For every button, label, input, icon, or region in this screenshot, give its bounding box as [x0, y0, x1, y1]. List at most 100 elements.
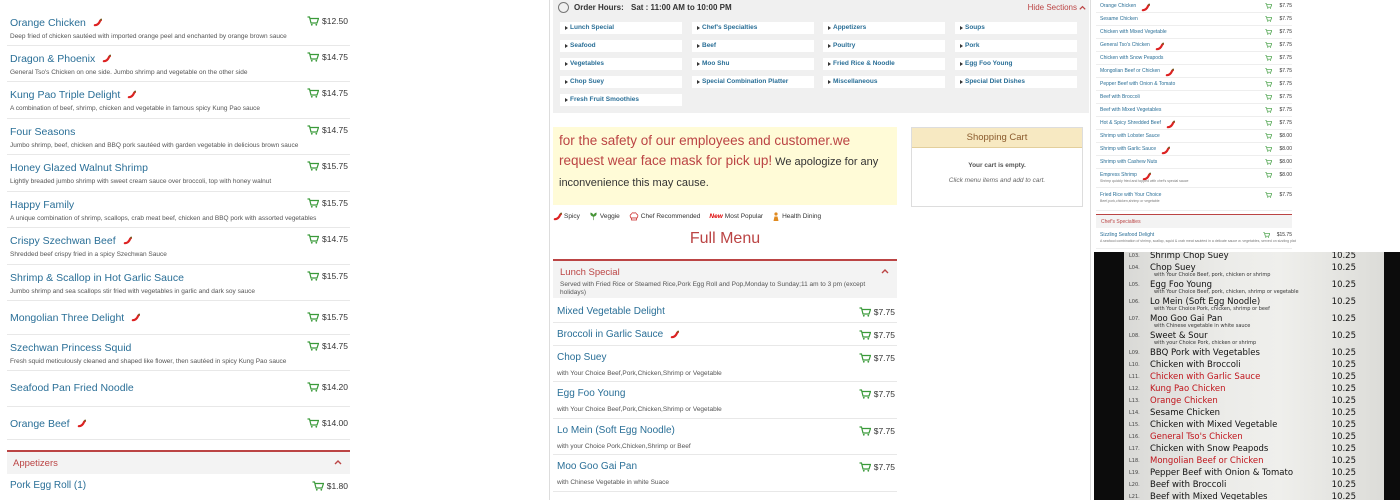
menu-item[interactable]: Orange Beef $14.00 [7, 407, 350, 440]
menu-item-name[interactable]: Mixed Vegetable Delight [557, 306, 665, 317]
add-to-cart-icon[interactable] [1265, 146, 1272, 152]
thumb-item-name[interactable]: Sesame Chicken [1100, 16, 1138, 22]
section-nav-miscellaneous[interactable]: Miscellaneous [823, 76, 945, 88]
menu-item-name[interactable]: Dragon & Phoenix [10, 53, 95, 65]
menu-item-name[interactable]: Honey Glazed Walnut Shrimp [10, 162, 148, 174]
add-to-cart-icon[interactable] [1265, 172, 1272, 178]
thumb-menu-item[interactable]: Chicken with Snow Peapods $7.75 [1096, 52, 1292, 65]
section-nav-chef-s-specialties[interactable]: Chef's Specialties [692, 22, 814, 34]
add-to-cart-icon[interactable] [307, 312, 319, 322]
thumb-item-name[interactable]: Chicken with Snow Peapods [1100, 55, 1163, 61]
menu-item-name[interactable]: Shrimp & Scallop in Hot Garlic Sauce [10, 272, 184, 284]
section-nav-egg-foo-young[interactable]: Egg Foo Young [955, 58, 1077, 70]
thumb-menu-item[interactable]: Fried Rice with Your Choice $7.75 Beef,por… [1096, 189, 1292, 211]
section-nav-special-diet-dishes[interactable]: Special Diet Dishes [955, 76, 1077, 88]
menu-item[interactable]: Egg Foo Young $7.75 with Your Choice Beef,… [553, 382, 897, 419]
section-nav-chop-suey[interactable]: Chop Suey [560, 76, 682, 88]
add-to-cart-icon[interactable] [859, 426, 871, 436]
section-nav-special-combination-platter[interactable]: Special Combination Platter [692, 76, 814, 88]
thumb-item-name[interactable]: Chicken with Mixed Vegetable [1100, 29, 1167, 35]
add-to-cart-icon[interactable] [859, 307, 871, 317]
menu-item-name[interactable]: Seafood Pan Fried Noodle [10, 382, 134, 394]
thumb-menu-item[interactable]: Shrimp with Garlic Sauce $8.00 [1096, 143, 1292, 156]
chevron-up-icon[interactable] [333, 457, 343, 467]
thumb-menu-item[interactable]: Sesame Chicken $7.75 [1096, 13, 1292, 26]
section-nav-fried-rice-noodle[interactable]: Fried Rice & Noodle [823, 58, 945, 70]
add-to-cart-icon[interactable] [1265, 81, 1272, 87]
thumb-menu-item[interactable]: Empress Shrimp $8.00 Shrimp quickly fried … [1096, 169, 1292, 188]
add-to-cart-icon[interactable] [1265, 133, 1272, 139]
thumb-item-name[interactable]: Mongolian Beef or Chicken [1100, 68, 1160, 74]
section-nav-pork[interactable]: Pork [955, 40, 1077, 52]
add-to-cart-icon[interactable] [1265, 159, 1272, 165]
menu-item-name[interactable]: Crispy Szechwan Beef [10, 235, 116, 247]
add-to-cart-icon[interactable] [307, 382, 319, 392]
add-to-cart-icon[interactable] [307, 341, 319, 351]
menu-item-name[interactable]: Egg Foo Young [557, 388, 625, 399]
chevron-up-icon[interactable] [1078, 3, 1087, 12]
thumb-item-name[interactable]: Beef with Broccoli [1100, 94, 1140, 100]
section-nav-seafood[interactable]: Seafood [560, 40, 682, 52]
menu-item-name[interactable]: Broccoli in Garlic Sauce [557, 329, 663, 340]
add-to-cart-icon[interactable] [307, 418, 319, 428]
add-to-cart-icon[interactable] [1265, 68, 1272, 74]
thumb-item-name[interactable]: Empress Shrimp [1100, 172, 1137, 178]
thumb-menu-item[interactable]: Shrimp with Lobster Sauce $8.00 [1096, 130, 1292, 143]
menu-item[interactable]: Mixed Vegetable Delight $7.75 [553, 300, 897, 323]
thumb-menu-item[interactable]: Beef with Broccoli $7.75 [1096, 91, 1292, 104]
menu-item[interactable]: Moo Goo Gai Pan $7.75 with Chinese Vegetab… [553, 455, 897, 492]
add-to-cart-icon[interactable] [1265, 29, 1272, 35]
menu-item[interactable]: Honey Glazed Walnut Shrimp $15.75 Lightly … [7, 155, 350, 192]
menu-item[interactable]: Orange Chicken $12.50 Deep fried of chicke… [7, 10, 350, 46]
thumb-item-name[interactable]: Beef with Mixed Vegetables [1100, 107, 1161, 113]
section-nav-poultry[interactable]: Poultry [823, 40, 945, 52]
menu-item[interactable]: Seafood Pan Fried Noodle $14.20 [7, 371, 350, 407]
thumb-menu-item[interactable]: General Tso's Chicken $7.75 [1096, 39, 1292, 52]
add-to-cart-icon[interactable] [307, 16, 319, 26]
appetizers-section-header[interactable]: Appetizers [7, 450, 350, 474]
menu-item-name[interactable]: Mongolian Three Delight [10, 312, 124, 324]
thumb-menu-item[interactable]: Chicken with Mixed Vegetable $7.75 [1096, 26, 1292, 39]
menu-item-name[interactable]: Orange Chicken [10, 17, 86, 29]
thumb-item-name[interactable]: General Tso's Chicken [1100, 42, 1150, 48]
menu-item[interactable]: Kung Pao Triple Delight $14.75 A combinati… [7, 82, 350, 119]
add-to-cart-icon[interactable] [1265, 42, 1272, 48]
menu-item[interactable]: Lo Mein (Soft Egg Noodle) $7.75 with your … [553, 419, 897, 455]
add-to-cart-icon[interactable] [1265, 120, 1272, 126]
thumb-item-name[interactable]: Shrimp with Garlic Sauce [1100, 146, 1156, 152]
menu-item[interactable]: Crispy Szechwan Beef $14.75 Shredded beef … [7, 228, 350, 265]
thumb-menu-item[interactable]: Sizzling Seafood Delight $15.75 A seafood … [1096, 229, 1296, 249]
add-to-cart-icon[interactable] [1265, 107, 1272, 113]
add-to-cart-icon[interactable] [1265, 55, 1272, 61]
menu-item-name[interactable]: Chop Suey [557, 352, 606, 363]
section-nav-beef[interactable]: Beef [692, 40, 814, 52]
thumb-menu-item[interactable]: Mongolian Beef or Chicken $7.75 [1096, 65, 1292, 78]
add-to-cart-icon[interactable] [859, 330, 871, 340]
section-nav-fresh-fruit-smoothies[interactable]: Fresh Fruit Smoothies [560, 94, 682, 106]
menu-item-name[interactable]: Four Seasons [10, 126, 75, 138]
section-nav-lunch-special[interactable]: Lunch Special [560, 22, 682, 34]
add-to-cart-icon[interactable] [307, 52, 319, 62]
lunch-special-section-header[interactable]: Lunch Special Served with Fried Rice or … [553, 259, 897, 298]
menu-item-pork-egg-roll[interactable]: Pork Egg Roll (1) $1.80 [7, 476, 350, 500]
add-to-cart-icon[interactable] [307, 88, 319, 98]
menu-item[interactable]: Szechwan Princess Squid $14.75 Fresh squid… [7, 335, 350, 371]
thumb-item-name[interactable]: Fried Rice with Your Choice [1100, 192, 1161, 198]
section-nav-soups[interactable]: Soups [955, 22, 1077, 34]
section-nav-appetizers[interactable]: Appetizers [823, 22, 945, 34]
add-to-cart-icon[interactable] [859, 389, 871, 399]
menu-item[interactable]: Dragon & Phoenix $14.75 General Tso's Chic… [7, 46, 350, 82]
menu-item[interactable]: Mongolian Three Delight $15.75 [7, 301, 350, 335]
thumb-menu-item[interactable]: Orange Chicken $7.75 [1096, 0, 1292, 13]
add-to-cart-icon[interactable] [312, 481, 324, 491]
add-to-cart-icon[interactable] [859, 462, 871, 472]
add-to-cart-icon[interactable] [307, 161, 319, 171]
add-to-cart-icon[interactable] [1265, 192, 1272, 198]
thumb-item-name[interactable]: Pepper Beef with Onion & Tomato [1100, 81, 1175, 87]
thumb-item-name[interactable]: Sizzling Seafood Delight [1100, 232, 1154, 238]
thumb-item-name[interactable]: Shrimp with Lobster Sauce [1100, 133, 1160, 139]
menu-item[interactable]: Shrimp & Scallop in Hot Garlic Sauce $15.… [7, 265, 350, 301]
menu-item-name[interactable]: Moo Goo Gai Pan [557, 461, 637, 472]
section-nav-vegetables[interactable]: Vegetables [560, 58, 682, 70]
menu-item-name[interactable]: Orange Beef [10, 418, 70, 430]
